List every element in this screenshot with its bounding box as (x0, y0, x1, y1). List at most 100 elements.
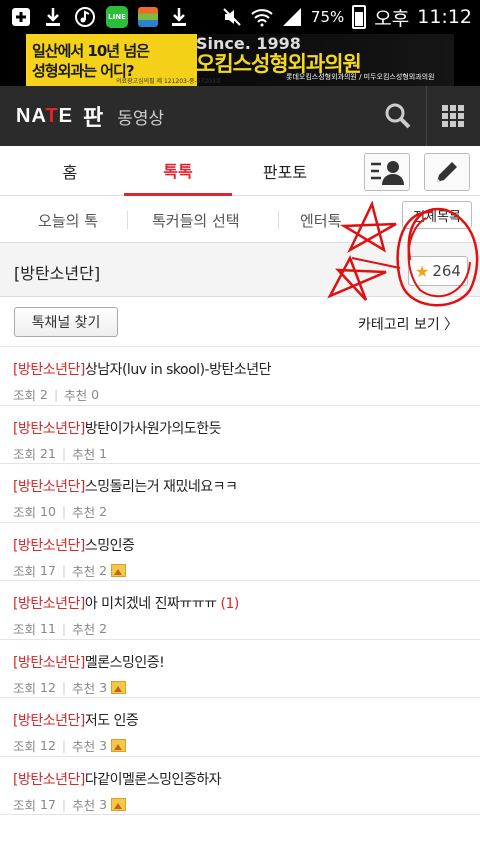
recommend-count: 2 (99, 504, 108, 519)
favorite-button[interactable]: ★ 264 (408, 256, 468, 286)
recommend-label: 추천 (72, 563, 96, 579)
pann-title[interactable]: 판 (83, 100, 103, 132)
search-icon[interactable] (384, 102, 412, 130)
meta-divider: | (61, 679, 67, 695)
main-tabs: 홈 톡톡 판포토 (0, 146, 480, 196)
list-item[interactable]: [방탄소년단]멜론스밍인증! 조회 12 | 추천 3 (0, 640, 480, 698)
meta-divider: | (53, 387, 59, 402)
list-item[interactable]: [방탄소년단]상남자(luv in skool)-방탄소년단 조회 2 | 추천 0 (0, 347, 480, 406)
menu-grid-icon[interactable] (442, 105, 464, 127)
post-channel: [방탄소년단] (13, 771, 85, 788)
subtab-divider (127, 211, 128, 229)
post-title[interactable]: [방탄소년단]멜론스밍인증! (13, 652, 480, 672)
views-count: 10 (40, 504, 56, 519)
list-item[interactable]: [방탄소년단]다같이멜론스밍인증하자조회 17 | 추천 3 (0, 757, 480, 815)
views-count: 2 (40, 387, 48, 402)
post-channel: [방탄소년단] (13, 420, 85, 437)
post-title-text: 방탄이가사원가의도한듯 (84, 420, 222, 437)
views-label: 조회 (13, 446, 37, 462)
add-icon (10, 6, 32, 28)
post-channel: [방탄소년단] (13, 479, 85, 495)
subtab-enter[interactable]: 엔터톡 (300, 197, 341, 243)
post-meta: 조회 12 | 추천 3 (13, 678, 480, 697)
post-title-text: 스밍인증 (84, 537, 135, 554)
views-label: 조회 (13, 797, 37, 813)
views-label: 조회 (13, 680, 37, 696)
meta-divider: | (61, 504, 67, 519)
recommend-count: 1 (99, 445, 108, 461)
user-list-icon (371, 161, 404, 185)
ad-banner[interactable]: 일산에서 10년 넘은 성형외과는 어디? 의료광고심의필 제 121203-중… (0, 34, 480, 86)
channel-bar: [방탄소년단] ★ 264 (0, 243, 480, 297)
sub-tabs: 오늘의 톡 톡커들의 선택 엔터톡 전체목록 (0, 197, 480, 243)
subtab-talkers-choice[interactable]: 톡커들의 선택 (152, 197, 240, 243)
post-title-text: 상남자(luv in skool)-방탄소년단 (84, 362, 272, 378)
list-item[interactable]: [방탄소년단]방탄이가사원가의도한듯 조회 21 | 추천 1 (0, 406, 480, 464)
star-icon: ★ (415, 261, 430, 281)
post-title[interactable]: [방탄소년단]방탄이가사원가의도한듯 (13, 418, 480, 438)
views-count: 17 (40, 796, 56, 812)
music-icon (74, 6, 96, 28)
meta-divider: | (61, 562, 67, 578)
recommend-label: 추천 (72, 622, 96, 637)
post-list: [방탄소년단]상남자(luv in skool)-방탄소년단 조회 2 | 추천 0[… (0, 347, 480, 815)
meta-divider: | (61, 621, 67, 636)
recommend-count: 2 (99, 562, 108, 578)
list-item[interactable]: [방탄소년단]스밍돌리는거 재밌네요ㅋㅋ 조회 10 | 추천 2 (0, 464, 480, 523)
tab-home[interactable]: 홈 (30, 146, 110, 196)
list-item[interactable]: [방탄소년단]스밍인증 조회 17 | 추천 2 (0, 523, 480, 581)
post-meta: 조회 2 | 추천 0 (13, 385, 480, 404)
post-title[interactable]: [방탄소년단]아 미치겠네 진짜ㅠㅠㅠ (1) (13, 593, 480, 613)
post-title-text: 아 미치겠네 진짜ㅠㅠㅠ (84, 596, 217, 612)
nate-logo[interactable]: NATE (16, 105, 73, 128)
recommend-label: 추천 (64, 388, 88, 403)
time-ampm: 오후 (374, 7, 410, 30)
recommend-count: 0 (91, 387, 100, 402)
subtab-today[interactable]: 오늘의 톡 (38, 197, 98, 243)
post-title-text: 저도 인증 (84, 713, 139, 729)
system-icons: 75% 오후 11:12 (221, 4, 480, 31)
recommend-count: 3 (99, 796, 108, 812)
header-divider (426, 86, 427, 146)
post-title[interactable]: [방탄소년단]스밍돌리는거 재밌네요ㅋㅋ (13, 476, 480, 496)
ad-line1: 일산에서 10년 넘은 (32, 42, 150, 60)
logo-e: E (58, 104, 73, 127)
my-talk-button[interactable] (364, 153, 410, 191)
post-title-text: 스밍돌리는거 재밌네요ㅋㅋ (84, 479, 238, 495)
wifi-icon (251, 6, 273, 28)
status-bar: LINE 75% 오후 11:12 (0, 0, 480, 34)
write-button[interactable] (424, 153, 470, 191)
views-count: 12 (40, 679, 56, 695)
video-link[interactable]: 동영상 (117, 104, 164, 129)
find-channel-button[interactable]: 톡채널 찾기 (14, 307, 118, 337)
post-channel: [방탄소년단] (13, 537, 85, 554)
post-meta: 조회 17 | 추천 3 (13, 795, 480, 814)
channel-actions: 톡채널 찾기 카테고리 보기 〉 (0, 297, 480, 347)
post-channel: [방탄소년단] (13, 654, 85, 671)
views-count: 11 (40, 621, 56, 636)
comment-count: (1) (220, 596, 240, 612)
pencil-icon (437, 162, 457, 182)
category-link[interactable]: 카테고리 보기 〉 (358, 314, 458, 334)
download-icon (168, 6, 190, 28)
all-list-button[interactable]: 전체목록 (402, 201, 472, 229)
tab-pann-photo[interactable]: 판포토 (245, 146, 325, 196)
post-title[interactable]: [방탄소년단]상남자(luv in skool)-방탄소년단 (13, 359, 480, 379)
app-notification-icon (138, 7, 158, 27)
list-item[interactable]: [방탄소년단]아 미치겠네 진짜ㅠㅠㅠ (1) 조회 11 | 추천 2 (0, 581, 480, 640)
time: 11:12 (417, 6, 472, 28)
recommend-label: 추천 (72, 446, 96, 462)
ad-image[interactable]: 일산에서 10년 넘은 성형외과는 어디? 의료광고심의필 제 121203-중… (26, 34, 454, 86)
post-title[interactable]: [방탄소년단]저도 인증 (13, 710, 480, 730)
mute-icon (221, 6, 243, 28)
tab-talk[interactable]: 톡톡 (124, 146, 232, 196)
post-channel: [방탄소년단] (13, 362, 85, 378)
post-title[interactable]: [방탄소년단]다같이멜론스밍인증하자 (13, 769, 480, 789)
views-count: 12 (40, 738, 56, 753)
image-attached-icon (111, 739, 127, 752)
post-channel: [방탄소년단] (13, 596, 85, 612)
views-label: 조회 (13, 563, 37, 579)
line-app-icon: LINE (106, 6, 128, 28)
list-item[interactable]: [방탄소년단]저도 인증 조회 12 | 추천 3 (0, 698, 480, 757)
post-title[interactable]: [방탄소년단]스밍인증 (13, 535, 480, 555)
